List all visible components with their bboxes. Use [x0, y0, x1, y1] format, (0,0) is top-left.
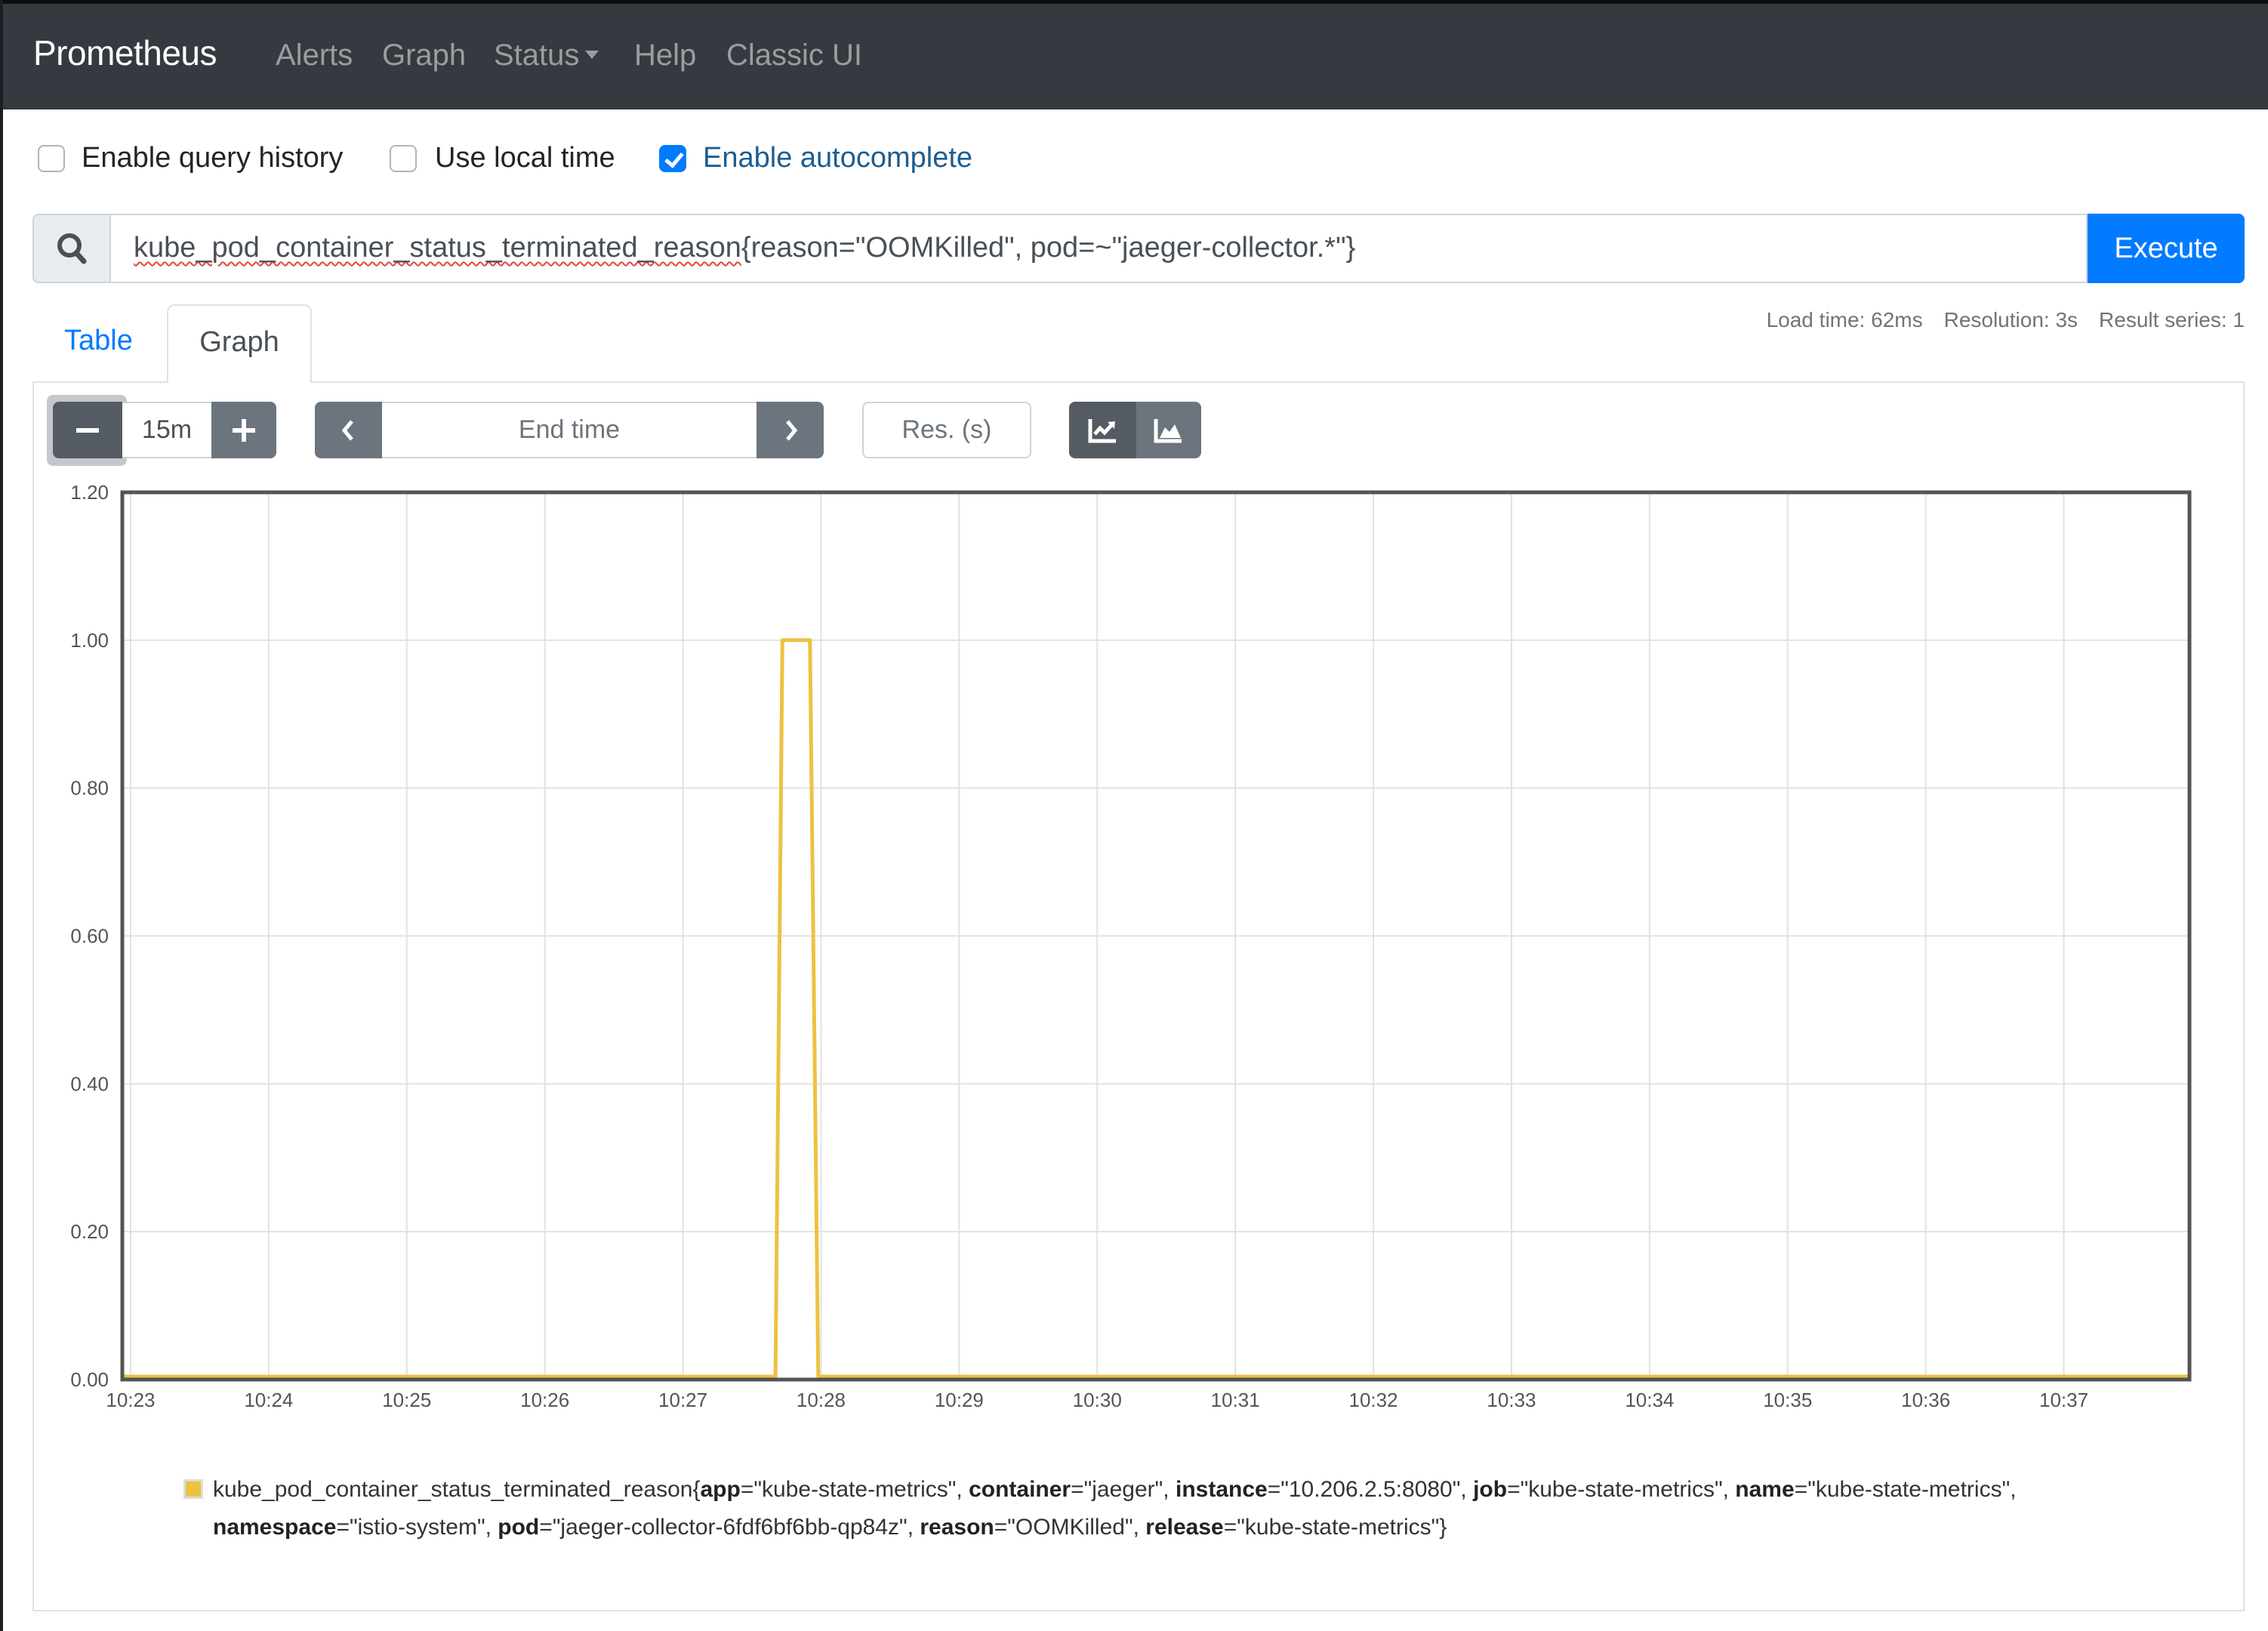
legend-label-key: reason — [920, 1515, 994, 1540]
y-tick-label: 0.00 — [70, 1368, 109, 1391]
y-axis-ticks: 0.00 0.20 0.40 0.60 0.80 1.00 1.20 — [70, 481, 109, 1391]
y-tick-label: 1.00 — [70, 629, 109, 652]
legend-label-key: namespace — [213, 1515, 337, 1540]
x-tick-label: 10:24 — [244, 1389, 293, 1411]
x-tick-label: 10:35 — [1763, 1389, 1812, 1411]
x-tick-label: 10:32 — [1349, 1389, 1398, 1411]
x-tick-label: 10:31 — [1211, 1389, 1260, 1411]
y-tick-label: 0.40 — [70, 1072, 109, 1095]
legend-label-job: job="kube-state-metrics", — [1473, 1477, 1736, 1502]
tab-graph-label: Graph — [199, 326, 279, 358]
x-tick-label: 10:36 — [1901, 1389, 1950, 1411]
legend-swatch — [183, 1479, 203, 1499]
legend-label-key: release — [1145, 1515, 1224, 1540]
legend-label-name: name="kube-state-metrics", — [1735, 1477, 2017, 1502]
series-line — [122, 638, 2189, 1379]
chart-grid — [122, 492, 2189, 1380]
x-tick-label: 10:34 — [1625, 1389, 1674, 1411]
legend-label-key: container — [969, 1477, 1071, 1502]
legend-label-key: name — [1735, 1477, 1795, 1502]
legend-label-key: instance — [1175, 1477, 1268, 1502]
x-axis-ticks: 10:23 10:24 10:25 10:26 10:27 10:28 10:29 10:30… — [106, 1389, 2088, 1411]
tab-graph[interactable]: Graph — [167, 304, 312, 383]
x-tick-label: 10:28 — [797, 1389, 846, 1411]
y-tick-label: 0.80 — [70, 777, 109, 800]
x-tick-label: 10:27 — [658, 1389, 707, 1411]
y-tick-label: 0.20 — [70, 1220, 109, 1243]
legend-label-app: app="kube-state-metrics", — [700, 1477, 969, 1502]
legend-label-key: app — [700, 1477, 741, 1502]
x-tick-label: 10:23 — [106, 1389, 155, 1411]
x-tick-label: 10:29 — [935, 1389, 984, 1411]
x-tick-label: 10:25 — [382, 1389, 431, 1411]
legend-label-key: pod — [498, 1515, 540, 1540]
legend-label-namespace: namespace="istio-system", — [213, 1515, 498, 1540]
legend-label-reason: reason="OOMKilled", — [920, 1515, 1146, 1540]
legend-label-release: release="kube-state-metrics" — [1145, 1515, 1440, 1540]
legend-label-container: container="jaeger", — [969, 1477, 1176, 1502]
x-tick-label: 10:37 — [2039, 1389, 2088, 1411]
y-tick-label: 1.20 — [70, 481, 109, 504]
legend-label-instance: instance="10.206.2.5:8080", — [1175, 1477, 1474, 1502]
y-tick-label: 0.60 — [70, 925, 109, 948]
graph-chart[interactable]: 0.000.200.400.600.801.001.20 10:23 10:24 1… — [0, 0, 2268, 1435]
legend-label-pod: pod="jaeger-collector-6fdf6bf6bb-qp84z", — [498, 1515, 920, 1540]
legend-label-key: job — [1473, 1477, 1508, 1502]
x-tick-label: 10:30 — [1073, 1389, 1122, 1411]
x-tick-label: 10:33 — [1487, 1389, 1536, 1411]
legend-metric: kube_pod_container_status_terminated_rea… — [213, 1477, 693, 1502]
legend-entry[interactable]: kube_pod_container_status_terminated_rea… — [213, 1471, 2146, 1546]
x-tick-label: 10:26 — [520, 1389, 569, 1411]
chart-series — [122, 638, 2189, 1379]
